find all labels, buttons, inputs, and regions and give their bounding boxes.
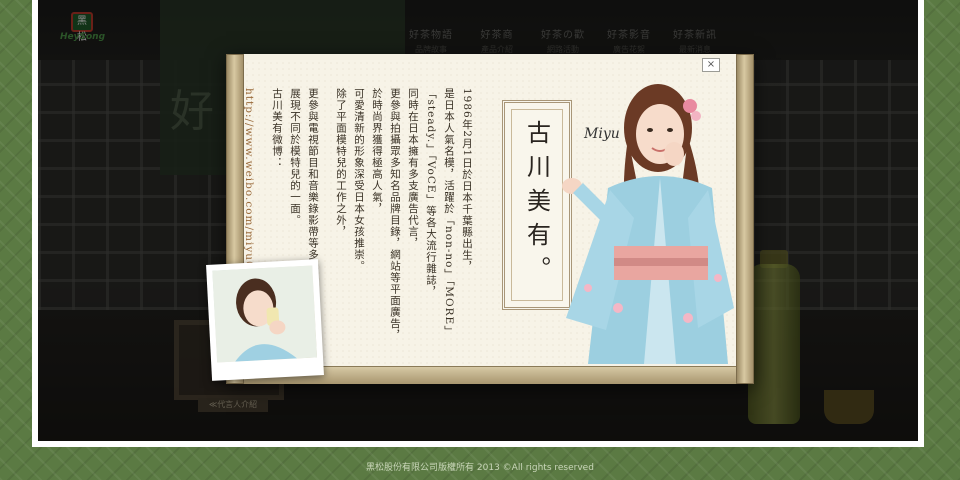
site-frame: 好 黑松 HeySong 好茶物語 品牌故事 好茶商 產品介紹 好茶の歡 網路活… [32, 0, 924, 447]
bio-line: 更參與拍攝眾多知名品牌目錄，網站等平面廣告， [389, 88, 401, 341]
bio-line: 「steady.」「VoCE」等各大流行雜誌， [425, 88, 437, 298]
polaroid-photo [206, 259, 324, 381]
bio-line: 同時在日本擁有多支廣告代言， [407, 88, 419, 249]
close-button[interactable]: × [702, 58, 720, 72]
bio-line: 1986年2月1日於日本千葉縣出生， [461, 88, 473, 273]
spokesperson-portrait [562, 84, 734, 364]
bio-line: 可愛清新的形象深受日本女孩推崇。 [353, 88, 365, 272]
stage: 好 黑松 HeySong 好茶物語 品牌故事 好茶商 產品介紹 好茶の歡 網路活… [38, 0, 918, 441]
bio-line: 於時尚界獲得極高人氣， [371, 88, 383, 215]
footer-copyright: 黑松股份有限公司版權所有 2013 ©All rights reserved [366, 463, 594, 473]
polaroid-image [212, 265, 318, 363]
scroll-rod-right [736, 54, 754, 384]
bio-line: 除了平面模特兒的工作之外， [335, 88, 347, 238]
bio-line: 是日本人氣名模，活躍於「non-no」「MORE」 [443, 88, 455, 337]
